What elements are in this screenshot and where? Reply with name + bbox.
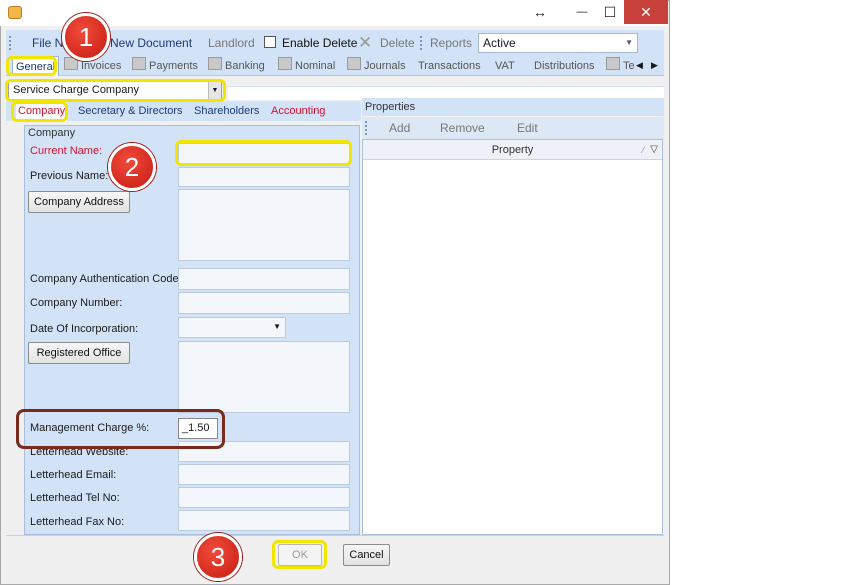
company-number-input[interactable] [178, 292, 350, 314]
letterhead-tel-label: Letterhead Tel No: [30, 492, 120, 504]
properties-toolbar-grip[interactable] [365, 121, 367, 135]
highlight-type-combo [5, 79, 226, 102]
highlight-management-charge [16, 409, 225, 449]
property-add-button[interactable]: Add [389, 117, 410, 139]
tab-distributions[interactable]: Distributions [534, 56, 595, 76]
auth-code-label: Company Authentication Code: [30, 273, 182, 285]
tab-te[interactable]: Te [606, 56, 635, 76]
tab-scroll-right-icon[interactable]: ▶ [651, 60, 658, 71]
company-number-label: Company Number: [30, 297, 123, 309]
highlight-general-tab [6, 56, 57, 76]
letterhead-fax-input[interactable] [178, 510, 350, 531]
toolbar-grip[interactable] [9, 36, 11, 50]
tab-journals[interactable]: Journals [347, 56, 406, 76]
tab-transactions[interactable]: Transactions [418, 56, 481, 76]
letterhead-fax-label: Letterhead Fax No: [30, 516, 125, 528]
highlight-company-subtab [11, 101, 68, 122]
current-name-label: Current Name: [30, 145, 103, 157]
status-filter-select[interactable]: Active ▼ [478, 33, 638, 53]
subtab-accounting[interactable]: Accounting [271, 101, 325, 121]
banking-icon [208, 57, 222, 70]
delete-icon[interactable]: ✕ [358, 33, 372, 53]
tab-payments[interactable]: Payments [132, 56, 198, 76]
property-column-label: Property [491, 144, 534, 156]
step-marker-3: 3 [194, 533, 242, 581]
payments-icon [132, 57, 146, 70]
maximize-button[interactable]: ☐ [595, 0, 625, 24]
properties-grid[interactable] [362, 139, 663, 535]
date-incorporation-label: Date Of Incorporation: [30, 323, 139, 335]
dialog-footer [6, 535, 664, 577]
registered-office-box[interactable] [178, 341, 350, 413]
chevron-down-icon: ▼ [273, 322, 281, 331]
resize-icon[interactable]: ↔ [525, 0, 555, 24]
property-remove-button[interactable]: Remove [440, 117, 485, 139]
company-group-title: Company [28, 127, 76, 139]
enable-delete-checkbox[interactable] [264, 36, 276, 48]
company-address-button[interactable]: Company Address [28, 191, 130, 213]
letterhead-email-label: Letterhead Email: [30, 469, 117, 481]
highlight-current-name [175, 140, 352, 166]
date-incorporation-picker[interactable]: ▼ [178, 317, 286, 338]
tab-nominal[interactable]: Nominal [278, 56, 335, 76]
tenants-icon [606, 57, 620, 70]
journals-icon [347, 57, 361, 70]
sort-icon: ⁄ [642, 145, 644, 155]
new-document-button[interactable]: New Document [110, 30, 192, 56]
tab-vat[interactable]: VAT [495, 56, 515, 76]
property-column-header[interactable]: Property ⁄ ▽ [363, 140, 662, 160]
step-marker-1: 1 [62, 13, 110, 61]
properties-title: Properties [362, 98, 664, 116]
app-icon [8, 6, 22, 19]
subtab-secretary-directors[interactable]: Secretary & Directors [78, 101, 183, 121]
properties-toolbar: Add Remove Edit [362, 117, 664, 139]
landlord-button[interactable]: Landlord [208, 30, 255, 56]
reports-button[interactable]: Reports [430, 30, 472, 56]
previous-name-input[interactable] [178, 167, 350, 187]
close-button[interactable]: ✕ [624, 0, 668, 24]
auth-code-input[interactable] [178, 268, 350, 290]
delete-button[interactable]: Delete [380, 30, 415, 56]
tab-scroll-left-icon[interactable]: ◀ [636, 60, 643, 71]
toolbar-separator [420, 36, 422, 50]
cancel-button[interactable]: Cancel [343, 544, 390, 566]
letterhead-email-input[interactable] [178, 464, 350, 485]
enable-delete-label: Enable Delete [282, 36, 358, 50]
highlight-ok-button [272, 540, 327, 569]
subtab-shareholders[interactable]: Shareholders [194, 101, 259, 121]
status-filter-value: Active [483, 36, 516, 50]
tab-banking[interactable]: Banking [208, 56, 265, 76]
previous-name-label: Previous Name: [30, 170, 109, 182]
module-tabs: General Invoices Payments Banking Nomina… [6, 56, 664, 76]
step-marker-2: 2 [108, 143, 156, 191]
chevron-down-icon: ▼ [625, 38, 633, 47]
minimize-button[interactable]: — [567, 0, 597, 24]
nominal-icon [278, 57, 292, 70]
property-edit-button[interactable]: Edit [517, 117, 538, 139]
file-menu[interactable]: File N [32, 30, 63, 56]
registered-office-button[interactable]: Registered Office [28, 342, 130, 364]
letterhead-tel-input[interactable] [178, 487, 350, 508]
filter-icon[interactable]: ▽ [650, 140, 658, 160]
company-address-box[interactable] [178, 189, 350, 261]
